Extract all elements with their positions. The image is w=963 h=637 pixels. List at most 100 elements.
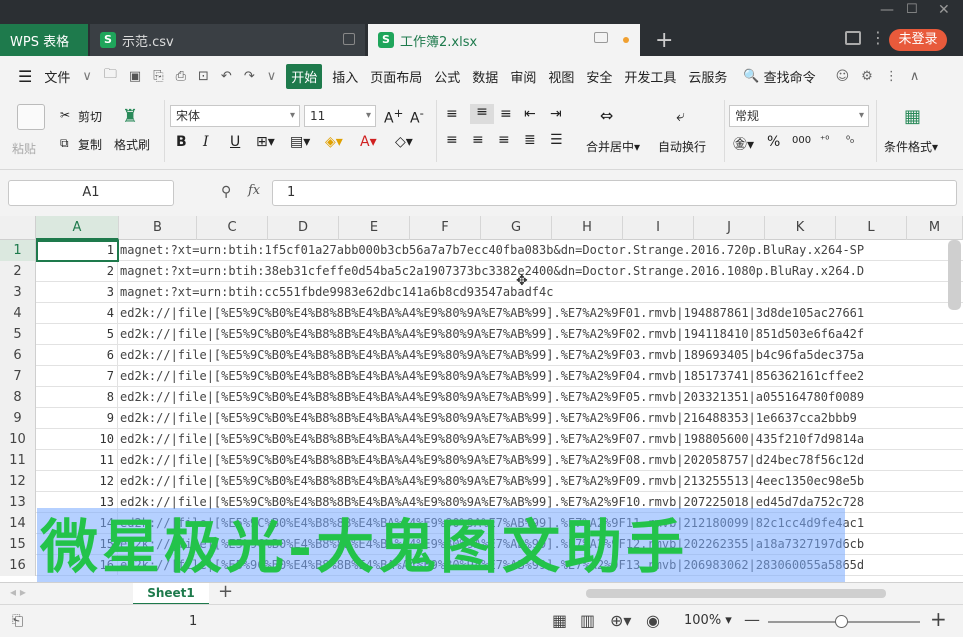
increase-decimal-icon[interactable]: ⁺⁰ (820, 135, 829, 146)
scissors-icon[interactable]: ✂ (60, 108, 70, 122)
align-right-icon[interactable]: ≡ (498, 132, 510, 148)
fill-color-icon[interactable]: ◈▾ (325, 134, 343, 150)
copy-icon[interactable]: ⧉ (60, 136, 69, 151)
chevron-down-icon[interactable]: ∨ (265, 67, 279, 86)
conditional-format-button[interactable]: 条件格式▾ (884, 138, 938, 155)
cell-b[interactable]: magnet:?xt=urn:btih:1f5cf01a27abb000b3cb… (119, 240, 963, 261)
column-header[interactable]: E (339, 216, 410, 240)
eye-protection-icon[interactable]: ◉ (646, 611, 660, 630)
row-header[interactable]: 3 (0, 282, 36, 303)
font-family-select[interactable]: 宋体 (170, 105, 300, 127)
menu-page-layout[interactable]: 页面布局 (368, 65, 424, 88)
select-all-corner[interactable] (0, 216, 36, 240)
column-header[interactable]: M (907, 216, 963, 240)
print-icon[interactable]: ⎙ (174, 67, 188, 86)
maximize-icon[interactable]: ☐ (906, 2, 918, 17)
row-header[interactable]: 1 (0, 240, 36, 261)
indent-increase-icon[interactable]: ⇥ (550, 106, 562, 122)
fx-icon[interactable]: fx (248, 183, 260, 198)
conditional-format-icon[interactable]: ▦ (904, 106, 921, 127)
cell-a[interactable]: 2 (36, 261, 118, 282)
more-vertical-icon[interactable]: ⋮ (883, 67, 900, 86)
bold-button[interactable]: B (176, 134, 187, 150)
row-header[interactable]: 14 (0, 513, 36, 534)
menu-formula[interactable]: 公式 (432, 65, 462, 88)
redo-icon[interactable]: ↷ (242, 67, 257, 86)
formula-input[interactable]: 1 (272, 180, 957, 206)
row-header[interactable]: 5 (0, 324, 36, 345)
border-icon[interactable]: ⊞▾ (256, 134, 275, 150)
collapse-ribbon-icon[interactable]: ∧ (908, 67, 922, 86)
font-grow-icon[interactable]: A+ (384, 106, 403, 127)
zoom-slider-thumb[interactable] (835, 615, 848, 628)
sheet-tab[interactable]: Sheet1 (133, 583, 209, 605)
zoom-level[interactable]: 100% ▾ (684, 613, 732, 628)
menu-review[interactable]: 审阅 (508, 65, 538, 88)
gear-icon[interactable]: ⚙ (859, 67, 875, 86)
distribute-icon[interactable]: ☰ (550, 132, 563, 148)
export-icon[interactable]: ⎘ (151, 67, 165, 86)
cell-b[interactable]: magnet:?xt=urn:btih:cc551fbde9983e62dbc1… (119, 282, 963, 303)
column-header[interactable]: A (36, 216, 119, 240)
page-break-view-icon[interactable]: ▥ (580, 611, 595, 630)
thousands-button[interactable]: 000 (792, 135, 811, 146)
restore-icon[interactable] (343, 33, 355, 45)
tab-csv-file[interactable]: S 示范.csv (90, 24, 365, 56)
column-header[interactable]: I (623, 216, 694, 240)
cell-b[interactable]: ed2k://|file|[%E5%9C%B0%E4%B8%8B%E4%BA%A… (119, 303, 963, 324)
number-format-select[interactable]: 常规 (729, 105, 869, 127)
menu-cloud[interactable]: 云服务 (686, 65, 729, 88)
cell-b[interactable]: ed2k://|file|[%E5%9C%B0%E4%B8%8B%E4%BA%A… (119, 345, 963, 366)
menu-developer[interactable]: 开发工具 (622, 65, 678, 88)
column-header[interactable]: H (552, 216, 623, 240)
tab-wps-home[interactable]: WPS 表格 (0, 24, 88, 56)
percent-button[interactable]: % (767, 134, 780, 150)
align-middle-icon[interactable]: ≡ (470, 104, 494, 124)
cell-a[interactable]: 6 (36, 345, 118, 366)
clear-icon[interactable]: ◇▾ (395, 134, 413, 150)
cell-b[interactable]: ed2k://|file|[%E5%9C%B0%E4%B8%8B%E4%BA%A… (119, 366, 963, 387)
cell-a[interactable]: 5 (36, 324, 118, 345)
cell-a[interactable]: 11 (36, 450, 118, 471)
menu-view[interactable]: 视图 (546, 65, 576, 88)
save-icon[interactable]: ▣ (127, 67, 143, 86)
cell-b[interactable]: ed2k://|file|[%E5%9C%B0%E4%B8%8B%E4%BA%A… (119, 408, 963, 429)
decrease-decimal-icon[interactable]: ⁰₀ (846, 135, 854, 146)
undo-icon[interactable]: ↶ (219, 67, 234, 86)
display-icon[interactable] (594, 32, 608, 43)
column-header[interactable]: F (410, 216, 481, 240)
menu-file[interactable]: 文件 (42, 65, 72, 88)
menu-security[interactable]: 安全 (584, 65, 614, 88)
macro-record-icon[interactable]: ⎗ (12, 613, 23, 629)
merge-center-button[interactable]: 合并居中▾ (586, 138, 640, 155)
cell-b[interactable]: ed2k://|file|[%E5%9C%B0%E4%B8%8B%E4%BA%A… (119, 324, 963, 345)
font-size-select[interactable]: 11 (304, 105, 376, 127)
cell-a[interactable]: 10 (36, 429, 118, 450)
close-icon[interactable]: ✕ (938, 2, 950, 18)
font-color-icon[interactable]: A▾ (360, 134, 377, 150)
new-tab-plus-icon[interactable]: + (655, 28, 673, 53)
row-header[interactable]: 4 (0, 303, 36, 324)
indent-decrease-icon[interactable]: ⇤ (524, 106, 536, 122)
cell-b[interactable]: magnet:?xt=urn:btih:38eb31cfeffe0d54ba5c… (119, 261, 963, 282)
tab-xlsx-file[interactable]: S 工作簿2.xlsx (368, 24, 640, 56)
copy-button[interactable]: 复制 (78, 136, 102, 153)
merge-center-icon[interactable]: ⇔ (600, 106, 613, 125)
font-shrink-icon[interactable]: A- (410, 106, 424, 127)
paste-button[interactable]: 粘贴 (12, 140, 36, 157)
row-header[interactable]: 7 (0, 366, 36, 387)
open-folder-icon[interactable]: 🗀 (102, 63, 119, 89)
paste-icon[interactable] (17, 104, 45, 130)
cell-b[interactable]: ed2k://|file|[%E5%9C%B0%E4%B8%8B%E4%BA%A… (119, 450, 963, 471)
align-bottom-icon[interactable]: ≡ (500, 106, 512, 122)
wrap-text-button[interactable]: 自动换行 (658, 138, 706, 155)
cell-a[interactable]: 4 (36, 303, 118, 324)
window-tile-icon[interactable] (845, 31, 861, 45)
comment-icon[interactable]: ☺ (834, 67, 852, 86)
minimize-icon[interactable]: — (880, 2, 894, 18)
column-header[interactable]: D (268, 216, 339, 240)
cell-b[interactable]: ed2k://|file|[%E5%9C%B0%E4%B8%8B%E4%BA%A… (119, 471, 963, 492)
login-button[interactable]: 未登录 (889, 29, 947, 51)
zoom-in-button[interactable]: + (930, 607, 947, 631)
cell-b[interactable]: ed2k://|file|[%E5%9C%B0%E4%B8%8B%E4%BA%A… (119, 429, 963, 450)
